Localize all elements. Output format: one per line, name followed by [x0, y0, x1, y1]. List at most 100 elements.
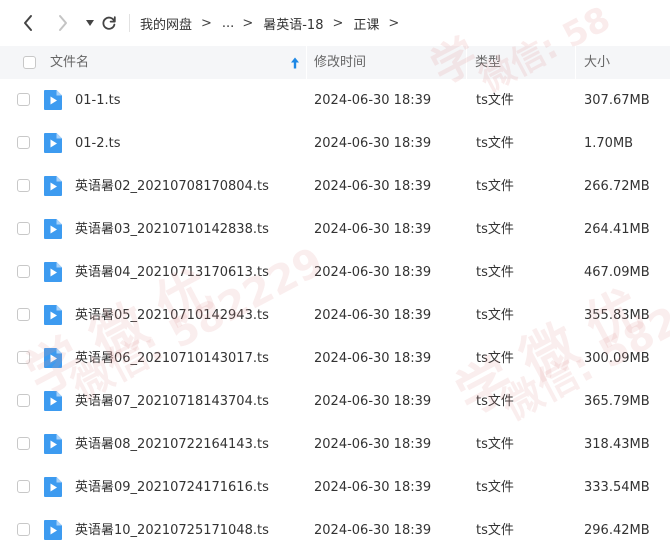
sort-ascending-arrow-icon[interactable]: [289, 56, 301, 70]
forward-button[interactable]: [52, 12, 74, 34]
row-checkbox[interactable]: [17, 179, 30, 192]
file-row[interactable]: 英语暑09_20210724171616.ts 2024-06-30 18:39…: [0, 466, 670, 509]
file-modified-time: 2024-06-30 18:39: [314, 265, 432, 280]
file-modified-time: 2024-06-30 18:39: [314, 523, 432, 538]
breadcrumb-folder[interactable]: 暑英语-18: [263, 14, 323, 33]
file-modified-time: 2024-06-30 18:39: [314, 480, 432, 495]
file-row[interactable]: 英语暑06_20210710143017.ts 2024-06-30 18:39…: [0, 337, 670, 380]
video-file-icon: [44, 520, 62, 540]
row-checkbox[interactable]: [17, 523, 30, 536]
file-name[interactable]: 01-2.ts: [75, 122, 121, 165]
file-size: 355.83MB: [584, 308, 650, 323]
chevron-right-icon: [59, 15, 67, 31]
row-checkbox[interactable]: [17, 351, 30, 364]
video-file-icon: [44, 219, 62, 239]
row-checkbox[interactable]: [17, 394, 30, 407]
file-type: ts文件: [476, 480, 514, 495]
breadcrumb-ellipsis[interactable]: ...: [222, 16, 234, 31]
video-file-icon: [44, 348, 62, 368]
file-row[interactable]: 英语暑02_20210708170804.ts 2024-06-30 18:39…: [0, 165, 670, 208]
file-name[interactable]: 英语暑02_20210708170804.ts: [75, 165, 269, 208]
file-modified-time: 2024-06-30 18:39: [314, 351, 432, 366]
refresh-button[interactable]: [98, 12, 120, 34]
column-header-time[interactable]: 修改时间: [307, 46, 466, 79]
file-name[interactable]: 英语暑05_20210710142943.ts: [75, 294, 269, 337]
video-file-icon: [44, 90, 62, 110]
file-name[interactable]: 01-1.ts: [75, 79, 121, 122]
file-size: 266.72MB: [584, 179, 650, 194]
file-type: ts文件: [476, 179, 514, 194]
video-file-icon: [44, 391, 62, 411]
row-checkbox[interactable]: [17, 437, 30, 450]
column-header-time-label: 修改时间: [314, 55, 367, 70]
file-modified-time: 2024-06-30 18:39: [314, 394, 432, 409]
file-modified-time: 2024-06-30 18:39: [314, 93, 432, 108]
back-button[interactable]: [17, 12, 39, 34]
breadcrumb: 我的网盘 > ... > 暑英语-18 > 正课 >: [140, 13, 409, 33]
breadcrumb-root[interactable]: 我的网盘: [140, 14, 192, 33]
file-type: ts文件: [476, 437, 514, 452]
file-type: ts文件: [476, 308, 514, 323]
file-modified-time: 2024-06-30 18:39: [314, 308, 432, 323]
breadcrumb-separator: >: [388, 15, 400, 31]
caret-down-icon: [86, 20, 94, 26]
file-type: ts文件: [476, 523, 514, 538]
file-row[interactable]: 英语暑10_20210725171048.ts 2024-06-30 18:39…: [0, 509, 670, 552]
file-name[interactable]: 英语暑08_20210722164143.ts: [75, 423, 269, 466]
video-file-icon: [44, 477, 62, 497]
file-size: 307.67MB: [584, 93, 650, 108]
file-name[interactable]: 英语暑04_20210713170613.ts: [75, 251, 269, 294]
file-list-header: 文件名 修改时间 类型 大小: [0, 46, 670, 79]
file-row[interactable]: 01-2.ts 2024-06-30 18:39 ts文件 1.70MB: [0, 122, 670, 165]
video-file-icon: [44, 305, 62, 325]
breadcrumb-separator: >: [332, 15, 344, 31]
file-modified-time: 2024-06-30 18:39: [314, 437, 432, 452]
file-type: ts文件: [476, 93, 514, 108]
file-size: 296.42MB: [584, 523, 650, 538]
row-checkbox[interactable]: [17, 480, 30, 493]
column-header-size[interactable]: 大小: [576, 46, 670, 79]
file-size: 300.09MB: [584, 351, 650, 366]
chevron-left-icon: [24, 15, 32, 31]
file-name[interactable]: 英语暑07_20210718143704.ts: [75, 380, 269, 423]
toolbar: 我的网盘 > ... > 暑英语-18 > 正课 >: [0, 0, 670, 46]
column-header-name[interactable]: 文件名: [0, 46, 306, 79]
file-row[interactable]: 01-1.ts 2024-06-30 18:39 ts文件 307.67MB: [0, 79, 670, 122]
file-modified-time: 2024-06-30 18:39: [314, 136, 432, 151]
file-name[interactable]: 英语暑10_20210725171048.ts: [75, 509, 269, 552]
file-name[interactable]: 英语暑09_20210724171616.ts: [75, 466, 269, 509]
file-type: ts文件: [476, 265, 514, 280]
breadcrumb-current[interactable]: 正课: [353, 14, 379, 33]
video-file-icon: [44, 434, 62, 454]
file-row[interactable]: 英语暑04_20210713170613.ts 2024-06-30 18:39…: [0, 251, 670, 294]
file-size: 333.54MB: [584, 480, 650, 495]
column-header-type[interactable]: 类型: [467, 46, 575, 79]
file-size: 467.09MB: [584, 265, 650, 280]
row-checkbox[interactable]: [17, 308, 30, 321]
file-size: 318.43MB: [584, 437, 650, 452]
file-type: ts文件: [476, 222, 514, 237]
file-name[interactable]: 英语暑06_20210710143017.ts: [75, 337, 269, 380]
file-name[interactable]: 英语暑03_20210710142838.ts: [75, 208, 269, 251]
column-header-type-label: 类型: [475, 55, 502, 70]
row-checkbox[interactable]: [17, 222, 30, 235]
file-size: 264.41MB: [584, 222, 650, 237]
breadcrumb-separator: >: [242, 15, 254, 31]
video-file-icon: [44, 176, 62, 196]
row-checkbox[interactable]: [17, 265, 30, 278]
file-row[interactable]: 英语暑05_20210710142943.ts 2024-06-30 18:39…: [0, 294, 670, 337]
file-modified-time: 2024-06-30 18:39: [314, 179, 432, 194]
file-size: 365.79MB: [584, 394, 650, 409]
file-type: ts文件: [476, 394, 514, 409]
file-type: ts文件: [476, 351, 514, 366]
select-all-checkbox[interactable]: [23, 56, 36, 69]
row-checkbox[interactable]: [17, 93, 30, 106]
file-row[interactable]: 英语暑03_20210710142838.ts 2024-06-30 18:39…: [0, 208, 670, 251]
refresh-icon: [102, 16, 116, 30]
video-file-icon: [44, 262, 62, 282]
file-row[interactable]: 英语暑08_20210722164143.ts 2024-06-30 18:39…: [0, 423, 670, 466]
column-header-size-label: 大小: [584, 55, 611, 70]
file-row[interactable]: 英语暑07_20210718143704.ts 2024-06-30 18:39…: [0, 380, 670, 423]
row-checkbox[interactable]: [17, 136, 30, 149]
breadcrumb-separator: >: [201, 15, 212, 31]
